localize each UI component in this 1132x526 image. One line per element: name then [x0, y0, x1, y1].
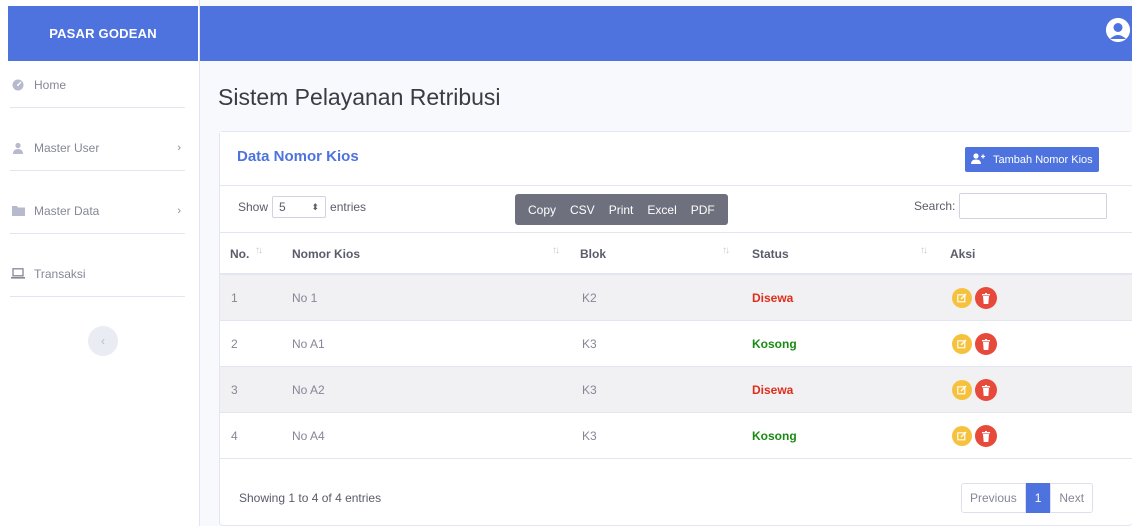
sidebar-item-transaksi[interactable]: Transaksi	[10, 251, 185, 297]
topbar	[200, 6, 1132, 61]
cell-nomor-kios: No A4	[292, 429, 325, 443]
delete-button[interactable]	[975, 379, 997, 401]
sidebar: PASAR GODEAN Home Master User › Master D…	[0, 0, 200, 526]
sidebar-item-label: Master User	[34, 140, 100, 155]
pdf-button[interactable]: PDF	[684, 203, 722, 217]
excel-button[interactable]: Excel	[640, 203, 683, 217]
status-badge: Disewa	[752, 383, 794, 397]
cell-no: 3	[231, 383, 238, 397]
sidebar-item-home[interactable]: Home	[10, 62, 185, 108]
cell-blok: K3	[582, 337, 597, 351]
cell-no: 2	[231, 337, 238, 351]
cell-nomor-kios: No 1	[292, 291, 318, 305]
column-header-blok[interactable]: Blok	[580, 247, 606, 261]
delete-button[interactable]	[975, 425, 997, 447]
sort-icon: ↑↓	[255, 245, 263, 256]
data-card: Data Nomor Kios Tambah Nomor Kios Show 5…	[219, 131, 1132, 526]
show-label: Show	[238, 200, 269, 214]
cell-nomor-kios: No A1	[292, 337, 325, 351]
previous-page-button[interactable]: Previous	[961, 483, 1026, 513]
edit-button[interactable]	[952, 334, 972, 354]
search-label: Search:	[914, 199, 956, 213]
search-control: Search:	[914, 193, 1108, 219]
entries-label: entries	[330, 200, 367, 214]
status-badge: Kosong	[752, 337, 797, 351]
sidebar-item-master-user[interactable]: Master User ›	[10, 125, 185, 171]
edit-button[interactable]	[952, 380, 972, 400]
table-row: 4 No A4 K3 Kosong	[220, 413, 1132, 459]
entries-value: 5	[279, 200, 286, 214]
csv-button[interactable]: CSV	[563, 203, 602, 217]
sidebar-item-label: Master Data	[34, 203, 100, 218]
next-page-button[interactable]: Next	[1050, 483, 1094, 513]
edit-button[interactable]	[952, 288, 972, 308]
cell-blok: K3	[582, 429, 597, 443]
sidebar-item-label: Home	[34, 77, 67, 92]
user-icon	[10, 142, 26, 154]
pagination: Previous 1 Next	[961, 483, 1094, 513]
print-button[interactable]: Print	[602, 203, 641, 217]
brand-logo[interactable]: PASAR GODEAN	[8, 6, 198, 61]
cell-no: 4	[231, 429, 238, 443]
chevron-right-icon: ›	[177, 141, 181, 154]
delete-button[interactable]	[975, 287, 997, 309]
kios-table: No. ↑↓ Nomor Kios ↑↓ Blok ↑↓ Status ↑↓ A…	[220, 232, 1132, 459]
entries-select[interactable]: 5 ⬍	[272, 196, 327, 218]
cell-no: 1	[231, 291, 238, 305]
add-kios-button[interactable]: Tambah Nomor Kios	[965, 147, 1099, 172]
add-kios-label: Tambah Nomor Kios	[993, 153, 1093, 166]
sidebar-item-label: Transaksi	[34, 266, 86, 281]
table-row: 1 No 1 K2 Disewa	[220, 275, 1132, 321]
sidebar-toggle-button[interactable]: ‹	[88, 326, 118, 356]
cell-blok: K3	[582, 383, 597, 397]
table-row: 3 No A2 K3 Disewa	[220, 367, 1132, 413]
status-badge: Kosong	[752, 429, 797, 443]
page-1-button[interactable]: 1	[1025, 483, 1051, 513]
card-title: Data Nomor Kios	[237, 148, 359, 165]
table-header: No. ↑↓ Nomor Kios ↑↓ Blok ↑↓ Status ↑↓ A…	[220, 232, 1132, 275]
chevron-right-icon: ›	[177, 204, 181, 217]
folder-icon	[10, 205, 26, 216]
cell-nomor-kios: No A2	[292, 383, 325, 397]
sort-icon: ↑↓	[722, 245, 730, 256]
user-avatar-icon[interactable]	[1106, 18, 1130, 42]
copy-button[interactable]: Copy	[521, 203, 563, 217]
table-info: Showing 1 to 4 of 4 entries	[239, 491, 382, 505]
page-title: Sistem Pelayanan Retribusi	[218, 84, 501, 110]
column-header-nomor-kios[interactable]: Nomor Kios	[292, 247, 360, 261]
column-header-status[interactable]: Status	[752, 247, 789, 261]
laptop-icon	[10, 268, 26, 279]
entries-control: Show 5 ⬍ entries	[238, 196, 366, 218]
user-plus-icon	[971, 152, 985, 167]
card-header: Data Nomor Kios Tambah Nomor Kios	[220, 132, 1132, 186]
edit-button[interactable]	[952, 426, 972, 446]
select-arrows-icon: ⬍	[311, 201, 320, 212]
delete-button[interactable]	[975, 333, 997, 355]
sidebar-item-master-data[interactable]: Master Data ›	[10, 188, 185, 234]
column-header-no[interactable]: No.	[230, 247, 249, 261]
search-input[interactable]	[959, 193, 1108, 219]
sort-icon: ↑↓	[552, 245, 560, 256]
status-badge: Disewa	[752, 291, 794, 305]
cell-blok: K2	[582, 291, 597, 305]
column-header-aksi: Aksi	[950, 247, 976, 261]
export-button-group: Copy CSV Print Excel PDF	[515, 194, 728, 225]
dashboard-icon	[10, 79, 26, 91]
sort-icon: ↑↓	[920, 245, 928, 256]
table-row: 2 No A1 K3 Kosong	[220, 321, 1132, 367]
